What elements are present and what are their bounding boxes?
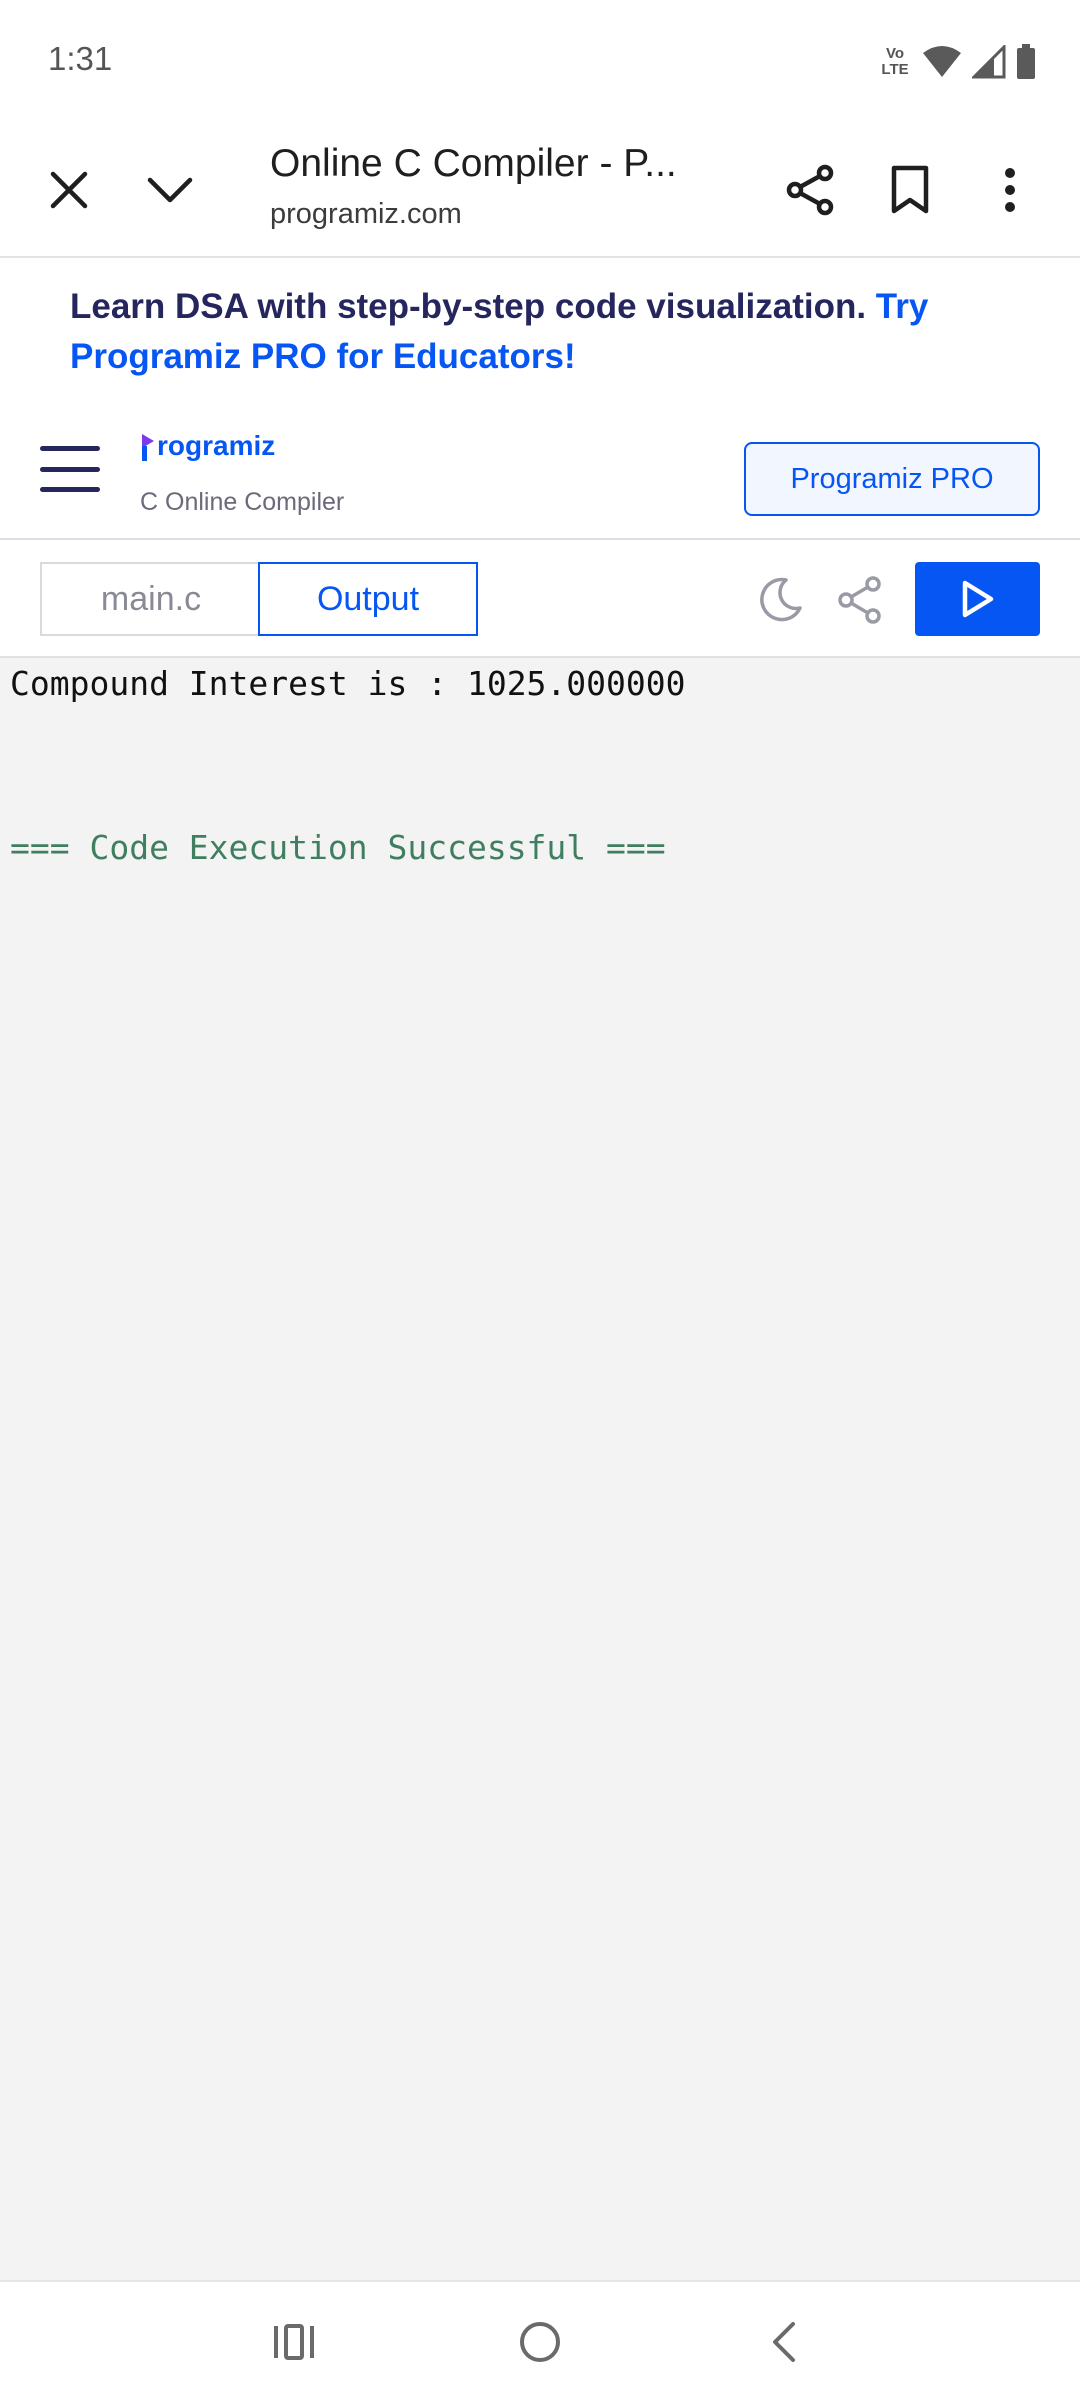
execution-status-line: === Code Execution Successful === xyxy=(10,828,666,867)
back-button[interactable] xyxy=(744,2312,824,2372)
page-title: Online C Compiler - P... xyxy=(270,142,677,185)
menu-icon-bar xyxy=(40,466,100,472)
status-icons: Vo LTE xyxy=(878,40,1036,84)
logo-mark-icon xyxy=(142,434,154,461)
more-options-button[interactable] xyxy=(974,154,1046,226)
tab-main-c[interactable]: main.c xyxy=(40,562,260,636)
back-icon xyxy=(773,2322,795,2362)
output-result-line: Compound Interest is : 1025.000000 xyxy=(10,664,686,703)
share-icon xyxy=(838,576,881,624)
chevron-down-icon xyxy=(147,177,193,203)
tab-output[interactable]: Output xyxy=(258,562,478,636)
programiz-pro-button[interactable]: Programiz PRO xyxy=(744,442,1040,516)
battery-icon xyxy=(1017,44,1035,79)
recents-button[interactable] xyxy=(254,2312,334,2372)
moon-icon xyxy=(760,577,802,622)
cell-signal-icon xyxy=(972,45,1006,79)
volte-icon: Vo LTE xyxy=(881,45,909,78)
share-button[interactable] xyxy=(774,154,846,226)
home-button[interactable] xyxy=(500,2312,580,2372)
run-button[interactable] xyxy=(915,562,1040,636)
close-icon xyxy=(50,171,88,209)
programiz-logo[interactable]: rogramiz xyxy=(140,430,275,462)
browser-toolbar: Online C Compiler - P... programiz.com xyxy=(0,120,1080,258)
share-icon xyxy=(786,164,834,216)
page-url[interactable]: programiz.com xyxy=(270,198,462,231)
menu-icon-bar xyxy=(40,487,100,492)
compiler-subtitle: C Online Compiler xyxy=(140,488,345,516)
logo-text: rogramiz xyxy=(157,430,276,461)
play-icon xyxy=(962,580,993,618)
close-tab-button[interactable] xyxy=(33,154,105,226)
theme-toggle-button[interactable] xyxy=(750,570,810,630)
banner-text: Learn DSA with step-by-step code visuali… xyxy=(70,287,876,326)
bookmark-icon xyxy=(891,165,929,214)
recents-icon xyxy=(274,2324,314,2360)
site-header: rogramiz C Online Compiler Programiz PRO xyxy=(0,400,1080,540)
output-panel[interactable]: Compound Interest is : 1025.000000 === C… xyxy=(0,658,1080,2280)
editor-tabs-row: main.c Output xyxy=(0,540,1080,658)
status-time: 1:31 xyxy=(48,40,113,77)
promo-banner: Learn DSA with step-by-step code visuali… xyxy=(0,260,1080,400)
bookmark-button[interactable] xyxy=(874,154,946,226)
minimize-button[interactable] xyxy=(134,154,206,226)
home-icon xyxy=(520,2322,560,2362)
status-bar: 1:31 Vo LTE xyxy=(0,0,1080,120)
more-vert-icon xyxy=(1005,168,1015,212)
share-code-button[interactable] xyxy=(830,570,890,630)
system-nav-bar xyxy=(0,2280,1080,2400)
wifi-icon xyxy=(923,46,961,77)
menu-icon-bar xyxy=(40,446,100,451)
menu-button[interactable] xyxy=(40,446,100,492)
